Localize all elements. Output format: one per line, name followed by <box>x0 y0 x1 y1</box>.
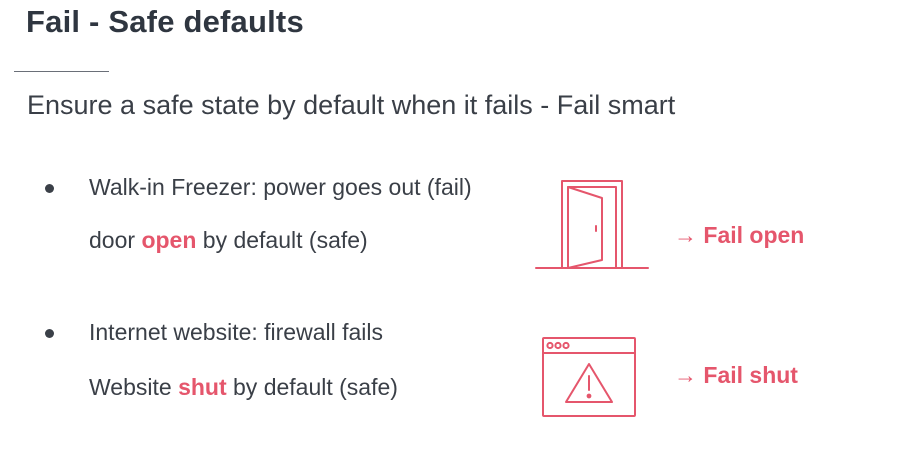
item-line-1: Walk-in Freezer: power goes out (fail) <box>89 174 472 200</box>
highlight-open: open <box>141 227 197 253</box>
slide-title: Fail - Safe defaults <box>26 4 304 39</box>
item-line-2-suffix: by default (safe) <box>226 374 398 400</box>
item-line-2: door open by default (safe) <box>89 227 368 254</box>
item-line-1: Internet website: firewall fails <box>89 319 384 345</box>
result-fail-shut: → Fail shut <box>674 362 798 388</box>
item-line-2: Website shut by default (safe) <box>89 374 398 401</box>
slide: Fail - Safe defaults Ensure a safe state… <box>0 0 910 458</box>
item-line-2-prefix: Website <box>89 374 179 400</box>
item-line-2-prefix: door <box>89 227 142 253</box>
result-fail-open: → Fail open <box>674 222 805 248</box>
slide-subtitle: Ensure a safe state by default when it f… <box>27 90 676 120</box>
browser-warning-icon <box>542 337 636 417</box>
door-open-icon <box>535 180 649 269</box>
title-underline <box>14 71 109 72</box>
item-line-2-suffix: by default (safe) <box>196 227 368 253</box>
bullet-point <box>45 329 54 338</box>
bullet-point <box>45 184 54 193</box>
highlight-shut: shut <box>178 374 227 400</box>
